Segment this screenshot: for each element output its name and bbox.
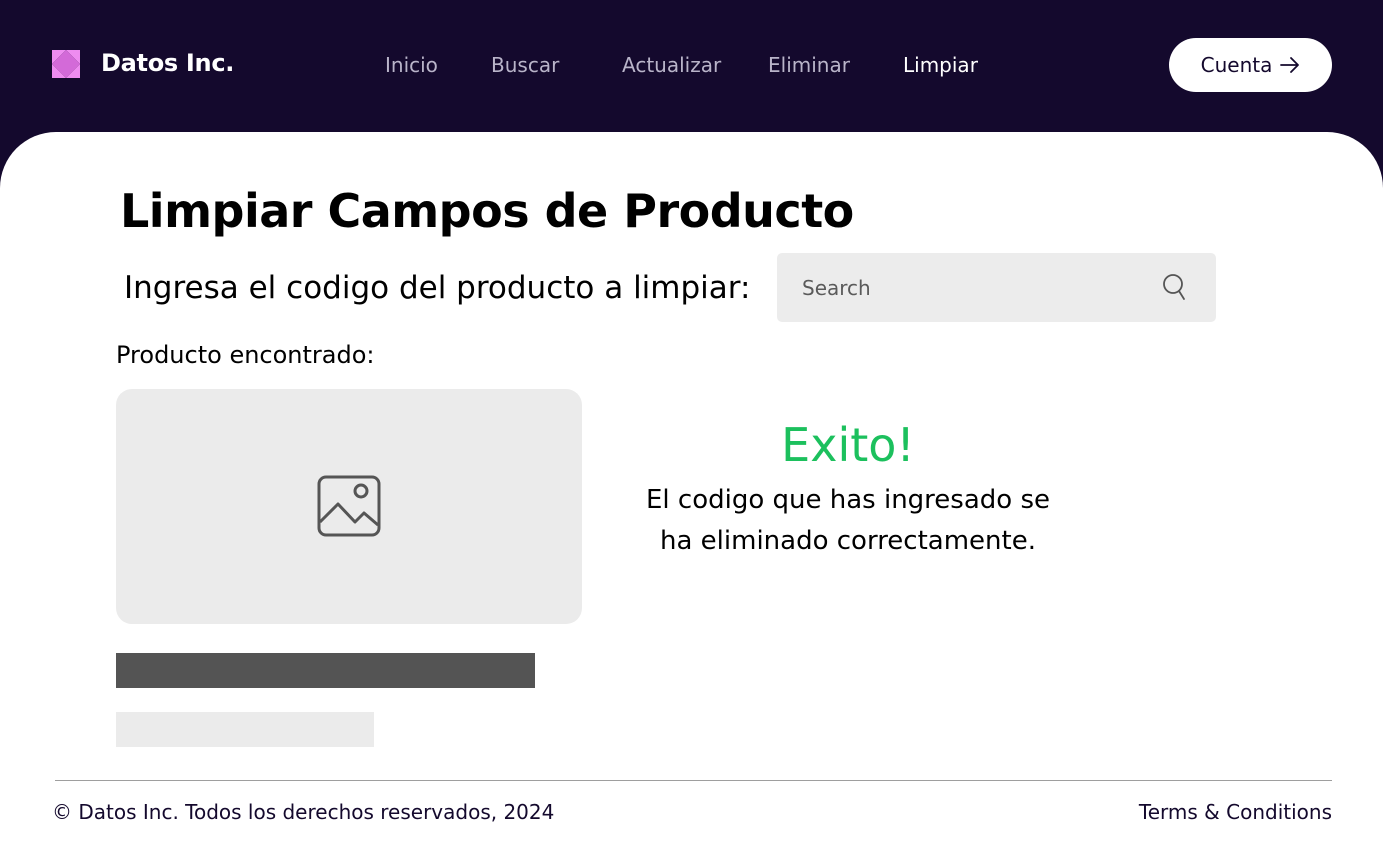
found-label: Producto encontrado: (116, 341, 375, 369)
image-icon (317, 475, 381, 537)
terms-link[interactable]: Terms & Conditions (1139, 800, 1332, 824)
brand-name[interactable]: Datos Inc. (101, 49, 234, 77)
search-prompt: Ingresa el codigo del producto a limpiar… (124, 270, 751, 306)
nav-item-inicio[interactable]: Inicio (385, 53, 438, 77)
product-image-placeholder (116, 389, 582, 624)
search-input[interactable] (802, 253, 1142, 322)
nav-item-eliminar[interactable]: Eliminar (768, 53, 850, 77)
account-button-label: Cuenta (1200, 53, 1273, 77)
product-detail-skeleton (116, 712, 374, 747)
account-button[interactable]: Cuenta (1169, 38, 1332, 92)
nav-item-limpiar[interactable]: Limpiar (903, 53, 978, 77)
nav-item-actualizar[interactable]: Actualizar (622, 53, 721, 77)
search-box[interactable] (777, 253, 1216, 322)
success-message: El codigo que has ingresado se ha elimin… (645, 485, 1050, 556)
footer-divider (55, 780, 1332, 781)
header: Datos Inc. Inicio Buscar Actualizar Elim… (0, 0, 1383, 132)
main-content: Limpiar Campos de Producto Ingresa el co… (0, 132, 1383, 865)
product-name-skeleton (116, 653, 535, 688)
success-title: Exito! (781, 418, 915, 472)
page-title: Limpiar Campos de Producto (120, 184, 854, 238)
nav-item-buscar[interactable]: Buscar (491, 53, 559, 77)
logo-icon[interactable] (52, 50, 82, 78)
arrow-right-icon (1280, 57, 1300, 73)
search-icon[interactable] (1160, 272, 1188, 302)
copyright-text: © Datos Inc. Todos los derechos reservad… (52, 800, 555, 824)
